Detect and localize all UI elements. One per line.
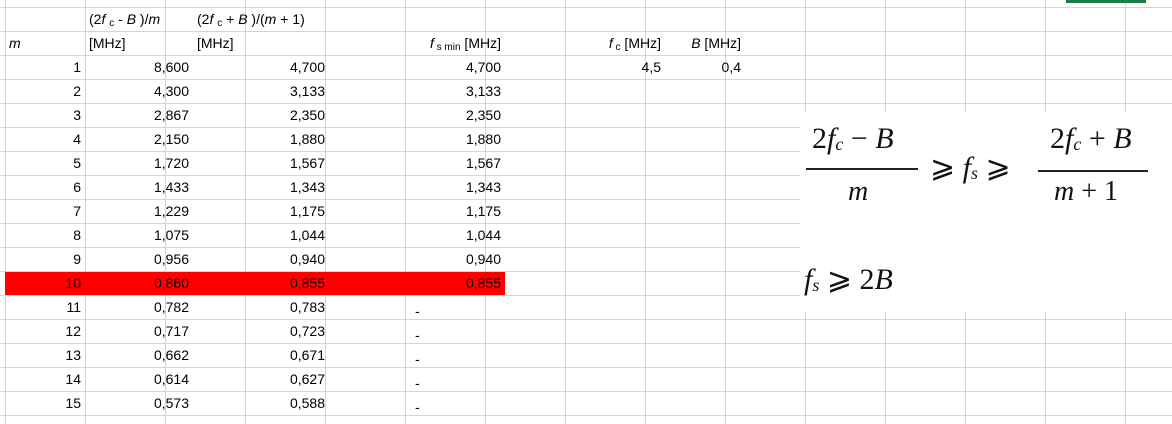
cell-m[interactable]: 13 xyxy=(5,343,85,367)
cell-col-b[interactable]: 1,044 xyxy=(193,223,329,247)
cell-fs-min[interactable]: 0,940 xyxy=(405,247,505,271)
cell-col-a[interactable]: 4,300 xyxy=(85,79,193,103)
cell-fs-min[interactable]: - xyxy=(411,323,511,347)
header-col-a-line1[interactable]: (2f c - B )/m xyxy=(85,7,195,31)
cell-col-a[interactable]: 0,662 xyxy=(85,343,193,367)
header-B[interactable]: B [MHz] xyxy=(660,31,745,55)
cell-fs-min[interactable]: - xyxy=(411,299,511,323)
cell-col-a[interactable]: 0,782 xyxy=(85,295,193,319)
cell-fs-min[interactable]: 1,044 xyxy=(405,223,505,247)
fraction-bar-left xyxy=(806,168,918,170)
formula-image: 2fc − B m ⩾ fs ⩾ 2fc + B m + 1 fs ⩾ 2B xyxy=(800,112,1172,312)
cell-col-a[interactable]: 1,075 xyxy=(85,223,193,247)
cell-col-a[interactable]: 0,860 xyxy=(85,271,193,295)
header-fs-min[interactable]: f s min [MHz] xyxy=(405,31,505,55)
active-cell-indicator xyxy=(1066,0,1146,3)
cell-fs-min[interactable]: - xyxy=(411,395,511,419)
cell-col-b[interactable]: 0,940 xyxy=(193,247,329,271)
header-fc[interactable]: f c [MHz] xyxy=(580,31,665,55)
cell-col-a[interactable]: 0,614 xyxy=(85,367,193,391)
cell-col-b[interactable]: 4,700 xyxy=(193,55,329,79)
cell-col-b[interactable]: 0,723 xyxy=(193,319,329,343)
cell-col-a[interactable]: 0,573 xyxy=(85,391,193,415)
fraction-bar-right xyxy=(1038,170,1148,172)
cell-col-b[interactable]: 2,350 xyxy=(193,103,329,127)
formula-denominator-left: m xyxy=(848,176,869,207)
cell-fs-min[interactable]: 3,133 xyxy=(405,79,505,103)
cell-col-a[interactable]: 1,720 xyxy=(85,151,193,175)
cell-col-b[interactable]: 0,627 xyxy=(193,367,329,391)
cell-m[interactable]: 15 xyxy=(5,391,85,415)
header-col-b-unit: [MHz] xyxy=(197,35,234,51)
cell-m[interactable]: 11 xyxy=(5,295,85,319)
cell-col-b[interactable]: 1,343 xyxy=(193,175,329,199)
cell-m[interactable]: 1 xyxy=(5,55,85,79)
cell-fs-min[interactable]: 1,567 xyxy=(405,151,505,175)
cell-fs-min[interactable]: - xyxy=(411,347,511,371)
formula-numerator-left: 2fc − B xyxy=(812,122,894,155)
cell-m[interactable]: 12 xyxy=(5,319,85,343)
cell-col-a[interactable]: 0,956 xyxy=(85,247,193,271)
cell-m[interactable]: 4 xyxy=(5,127,85,151)
cell-fs-min[interactable]: 0,855 xyxy=(405,271,505,295)
cell-fs-min[interactable]: 1,880 xyxy=(405,127,505,151)
cell-col-a[interactable]: 1,433 xyxy=(85,175,193,199)
cell-fs-min[interactable]: - xyxy=(411,371,511,395)
cell-fs-min[interactable]: 4,700 xyxy=(405,55,505,79)
cell-m[interactable]: 5 xyxy=(5,151,85,175)
cell-fs-min[interactable]: 2,350 xyxy=(405,103,505,127)
cell-fs-min[interactable]: 1,175 xyxy=(405,199,505,223)
cell-m[interactable]: 8 xyxy=(5,223,85,247)
cell-fs-min[interactable]: 1,343 xyxy=(405,175,505,199)
cell-m[interactable]: 9 xyxy=(5,247,85,271)
cell-m[interactable]: 6 xyxy=(5,175,85,199)
header-col-b-line1[interactable]: (2f c + B )/(m + 1) xyxy=(193,7,333,31)
cell-col-a[interactable]: 1,229 xyxy=(85,199,193,223)
cell-col-a[interactable]: 2,150 xyxy=(85,127,193,151)
cell-m[interactable]: 10 xyxy=(5,271,85,295)
param-fc-value[interactable]: 4,5 xyxy=(585,55,665,79)
header-m[interactable]: m xyxy=(5,31,85,55)
cell-m[interactable]: 2 xyxy=(5,79,85,103)
cell-col-b[interactable]: 3,133 xyxy=(193,79,329,103)
cell-col-b[interactable]: 0,855 xyxy=(193,271,329,295)
cell-col-b[interactable]: 0,783 xyxy=(193,295,329,319)
header-col-a-unit: [MHz] xyxy=(89,35,126,51)
formula-denominator-right: m + 1 xyxy=(1054,176,1119,207)
param-B-value[interactable]: 0,4 xyxy=(665,55,745,79)
formula-numerator-right: 2fc + B xyxy=(1050,122,1132,155)
cell-col-b[interactable]: 1,880 xyxy=(193,127,329,151)
cell-m[interactable]: 14 xyxy=(5,367,85,391)
cell-col-a[interactable]: 8,600 xyxy=(85,55,193,79)
cell-col-a[interactable]: 2,867 xyxy=(85,103,193,127)
cell-col-b[interactable]: 1,175 xyxy=(193,199,329,223)
cell-col-a[interactable]: 0,717 xyxy=(85,319,193,343)
nyquist-formula: fs ⩾ 2B xyxy=(804,263,893,296)
cell-col-b[interactable]: 1,567 xyxy=(193,151,329,175)
cell-col-b[interactable]: 0,671 xyxy=(193,343,329,367)
cell-m[interactable]: 3 xyxy=(5,103,85,127)
formula-middle: ⩾ fs ⩾ xyxy=(930,151,1011,184)
cell-m[interactable]: 7 xyxy=(5,199,85,223)
cell-col-b[interactable]: 0,588 xyxy=(193,391,329,415)
